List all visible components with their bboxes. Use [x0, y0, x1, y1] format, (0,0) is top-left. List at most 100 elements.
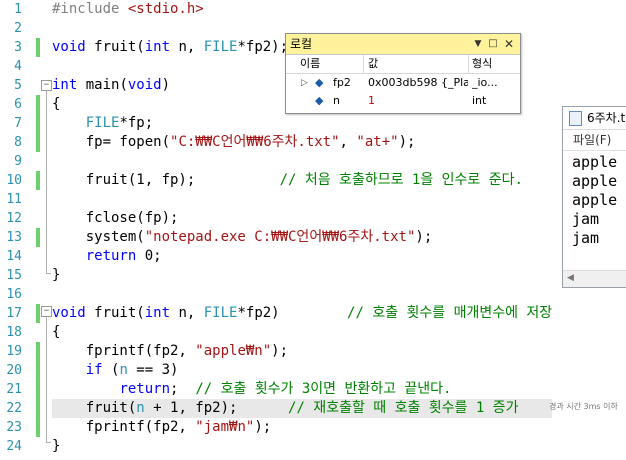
variable-value-changed[interactable]: 1 — [368, 92, 468, 110]
code-text: { — [52, 324, 61, 340]
text-line: jam — [572, 229, 600, 247]
comment: // 재호출할 때 호출 횟수를 1 증가 — [237, 400, 519, 416]
line-number: 11 — [6, 192, 22, 207]
code-line-17[interactable]: void fruit(int n, FILE*fp2) // 호출 횟수를 매개… — [52, 304, 552, 323]
type-name: FILE — [85, 115, 120, 131]
code-line-22[interactable]: fruit(n + 1, fp2); // 재호출할 때 호출 횟수를 1 증가 — [52, 399, 552, 418]
collapse-toggle-main[interactable]: − — [41, 80, 52, 91]
locals-title: 로컬 — [290, 37, 313, 51]
code-line-18[interactable]: { — [52, 323, 60, 342]
code-line-14[interactable]: return 0; — [52, 247, 162, 266]
change-marker — [36, 171, 40, 190]
column-header-type[interactable]: 형식 — [472, 55, 512, 73]
scroll-left-icon[interactable]: ◀ — [567, 273, 574, 283]
code-line-13[interactable]: system("notepad.exe C:₩₩C언어₩₩6주차.txt"); — [52, 228, 433, 247]
locals-row[interactable]: ◆ n 1 int — [286, 92, 520, 110]
keyword: int — [144, 39, 171, 55]
code-text: } — [52, 438, 61, 454]
code-line-3[interactable]: void fruit(int n, FILE*fp2); — [52, 38, 288, 57]
keyword: int — [52, 77, 78, 93]
notepad-icon — [569, 111, 582, 126]
code-text: fclose(fp); — [52, 210, 179, 226]
horizontal-scrollbar[interactable]: ◀ — [563, 270, 626, 287]
change-marker — [36, 399, 40, 418]
code-text: fruit( — [85, 305, 145, 321]
type-name: FILE — [203, 305, 238, 321]
type-name: FILE — [203, 39, 238, 55]
comment: // 호출 횟수가 3이면 반환하고 끝낸다. — [195, 381, 452, 397]
line-number: 18 — [6, 325, 22, 340]
code-text: *fp; — [119, 115, 154, 131]
code-text: fp= fopen( — [52, 134, 171, 150]
change-marker — [36, 133, 40, 152]
locals-row[interactable]: ▷ ◆ fp2 0x003db598 {_Pla... _io... — [286, 74, 520, 92]
line-number: 8 — [14, 135, 22, 150]
text-line: jam — [572, 210, 600, 228]
change-marker — [36, 95, 40, 114]
keyword: int — [144, 305, 171, 321]
collapse-toggle-fruit[interactable]: − — [41, 306, 52, 317]
code-line-21[interactable]: return; // 호출 횟수가 3이면 반환하고 끝낸다. — [52, 380, 452, 399]
code-line-8[interactable]: fp= fopen("C:₩₩C언어₩₩6주차.txt", "at+"); — [52, 133, 416, 152]
code-text: main( — [77, 77, 128, 93]
column-header-name[interactable]: 이름 — [300, 55, 350, 73]
code-text: ); — [271, 343, 289, 359]
code-line-10[interactable]: fruit(1, fp); // 처음 호출하므로 1을 인수로 준다. — [52, 171, 523, 190]
text-line: apple — [572, 153, 618, 171]
line-number: 5 — [14, 78, 22, 93]
code-line-19[interactable]: fprintf(fp2, "apple₩n"); — [52, 342, 288, 361]
line-number: 22 — [6, 401, 22, 416]
line-number: 6 — [14, 97, 22, 112]
code-line-7[interactable]: FILE*fp; — [52, 114, 153, 133]
line-number: 13 — [6, 230, 22, 245]
dropdown-icon[interactable]: ▼ — [472, 34, 484, 54]
change-marker — [36, 304, 40, 323]
line-number: 24 — [6, 439, 22, 454]
code-line-6[interactable]: { — [52, 95, 60, 114]
code-line-15[interactable]: } — [52, 266, 60, 285]
code-text: system( — [52, 229, 145, 245]
code-text: ); — [398, 134, 416, 150]
code-text: n, — [170, 305, 204, 321]
column-header-value[interactable]: 값 — [368, 55, 458, 73]
code-text: fprintf(fp2, — [52, 419, 196, 435]
fold-guide-end — [46, 273, 51, 274]
line-number: 10 — [6, 173, 22, 188]
change-marker — [36, 38, 40, 57]
line-number: 19 — [6, 344, 22, 359]
include-header: <stdio.h> — [127, 1, 204, 17]
locals-window[interactable]: 로컬 ▼ □ ✕ 이름 값 형식 ▷ ◆ fp2 0x003db598 {_Pl… — [285, 33, 521, 114]
change-marker — [36, 418, 40, 437]
change-marker — [36, 342, 40, 361]
variable: n — [119, 362, 128, 378]
code-text: fruit( — [85, 39, 145, 55]
string-literal: "at+" — [356, 134, 399, 150]
fold-guide — [46, 317, 47, 443]
code-line-23[interactable]: fprintf(fp2, "jam₩n"); — [52, 418, 271, 437]
column-divider[interactable] — [363, 55, 364, 73]
code-text: == 3) — [127, 362, 179, 378]
maximize-icon[interactable]: □ — [487, 34, 499, 54]
code-text: { — [52, 96, 61, 112]
variable-type: int — [472, 94, 487, 107]
close-icon[interactable]: ✕ — [503, 34, 515, 54]
notepad-window[interactable]: 6주차.t 파일(F) apple apple apple jam jam ◀ — [562, 106, 626, 288]
comment: // 호출 횟수를 매개변수에 저장 — [279, 305, 553, 321]
object-icon: ◆ — [315, 94, 324, 107]
code-line-24[interactable]: } — [52, 437, 60, 456]
code-line-20[interactable]: if (n == 3) — [52, 361, 179, 380]
expand-arrow-icon[interactable]: ▷ — [301, 74, 311, 92]
line-number: 14 — [6, 249, 22, 264]
column-divider[interactable] — [468, 55, 469, 73]
notepad-title-bar[interactable]: 6주차.t — [563, 107, 626, 130]
code-line-12[interactable]: fclose(fp); — [52, 209, 179, 228]
fold-guide — [46, 91, 47, 274]
locals-title-bar[interactable]: 로컬 ▼ □ ✕ — [286, 34, 520, 55]
code-text: ); — [415, 229, 433, 245]
line-number: 20 — [6, 363, 22, 378]
menu-file[interactable]: 파일(F) — [573, 133, 611, 147]
variable-value[interactable]: 0x003db598 {_Pla... — [368, 74, 468, 92]
notepad-text-area[interactable]: apple apple apple jam jam — [563, 151, 626, 248]
code-line-5[interactable]: int main(void) — [52, 76, 170, 95]
code-line-1[interactable]: #include <stdio.h> — [52, 0, 204, 19]
